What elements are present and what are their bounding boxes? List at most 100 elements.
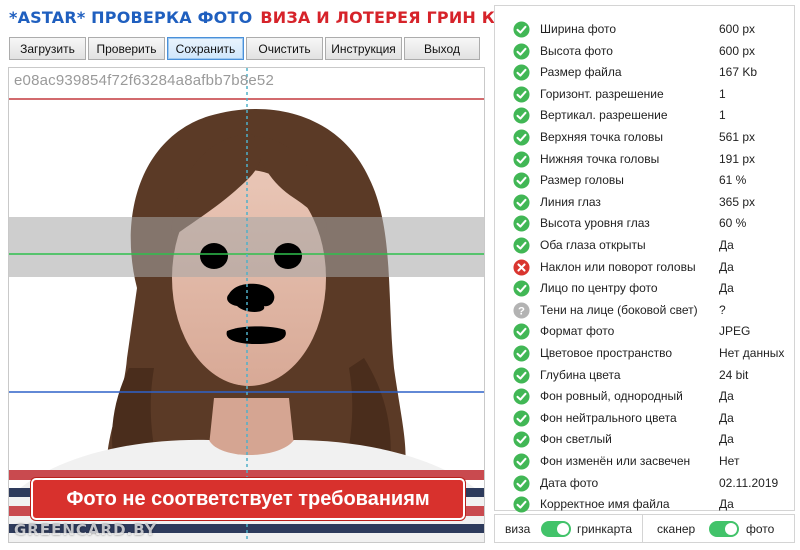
check-value: 167 Kb	[719, 65, 758, 80]
check-label: Корректное имя файла	[540, 497, 670, 512]
check-circle-icon	[513, 496, 530, 513]
clear-button[interactable]: Очистить	[246, 37, 323, 60]
check-label: Фон светлый	[540, 432, 612, 447]
check-label: Горизонт. разрешение	[540, 86, 664, 101]
check-button[interactable]: Проверить	[88, 37, 165, 60]
check-label: Высота фото	[540, 43, 613, 58]
watermark: GREENCARD.BY	[14, 521, 157, 539]
check-circle-icon	[513, 194, 530, 211]
check-circle-icon	[513, 64, 530, 81]
check-row: Горизонт. разрешение 1	[495, 83, 794, 105]
check-circle-icon	[513, 237, 530, 254]
check-value: JPEG	[719, 324, 751, 339]
check-label: Нижняя точка головы	[540, 151, 660, 166]
toggle-knob	[725, 523, 737, 535]
check-row: Дата фото 02.11.2019	[495, 472, 794, 494]
check-value: Да	[719, 497, 734, 512]
check-value: Да	[719, 238, 734, 252]
check-circle-icon	[513, 86, 530, 103]
check-label: Размер файла	[540, 65, 622, 80]
check-circle-icon	[513, 453, 530, 470]
check-value: Нет данных	[719, 346, 785, 360]
scanner-photo-toggle[interactable]	[709, 521, 739, 537]
check-circle-icon	[513, 107, 530, 124]
check-row: Линия глаз 365 px	[495, 191, 794, 213]
check-circle-icon	[513, 151, 530, 168]
cross-circle-icon	[513, 259, 530, 276]
check-value: 191 px	[719, 151, 756, 166]
check-row: Размер файла 167 Kb	[495, 61, 794, 83]
check-circle-icon	[513, 172, 530, 189]
check-value: 1	[719, 108, 726, 123]
check-row: Ширина фото 600 px	[495, 18, 794, 40]
check-label: Формат фото	[540, 324, 615, 339]
check-label: Верхняя точка головы	[540, 130, 664, 144]
check-label: Вертикал. разрешение	[540, 108, 668, 123]
toggle-knob	[557, 523, 569, 535]
check-row: Оба глаза открыты Да	[495, 234, 794, 256]
check-value: 61 %	[719, 173, 747, 188]
app-title: *ASTAR* ПРОВЕРКА ФОТО ВИЗА И ЛОТЕРЕЯ ГРИН…	[9, 8, 543, 32]
check-label: Фон ровный, однородный	[540, 389, 683, 404]
check-row: Лицо по центру фото Да	[495, 277, 794, 299]
exit-button[interactable]: Выход	[404, 37, 480, 60]
check-row: Корректное имя файла Да	[495, 493, 794, 515]
check-value: 600 px	[719, 22, 756, 36]
check-value: Да	[719, 410, 734, 425]
check-value: Нет	[719, 454, 740, 468]
toolbar: Загрузить Проверить Сохранить Очистить И…	[9, 37, 480, 60]
check-value: 561 px	[719, 130, 756, 144]
check-row: Вертикал. разрешение 1	[495, 104, 794, 126]
check-value: Да	[719, 389, 734, 404]
check-circle-icon	[513, 215, 530, 232]
scanner-label: сканер	[657, 522, 696, 536]
check-value: 1	[719, 86, 726, 101]
visa-greencard-toggle[interactable]	[541, 521, 571, 537]
error-banner: Фото не соответствует требованиям	[31, 478, 465, 520]
check-circle-icon	[513, 388, 530, 405]
check-value: Да	[719, 259, 734, 274]
toggles-bar: виза гринкарта сканер фото	[494, 514, 795, 543]
check-label: Дата фото	[540, 475, 599, 490]
check-row: Фон нейтрального цвета Да	[495, 407, 794, 429]
check-row: Фон светлый Да	[495, 428, 794, 450]
visa-label: виза	[505, 522, 531, 536]
check-circle-icon	[513, 43, 530, 60]
check-row: Верхняя точка головы 561 px	[495, 126, 794, 148]
toggle-divider	[642, 515, 643, 542]
check-label: Высота уровня глаз	[540, 216, 650, 231]
check-label: Фон изменён или засвечен	[540, 454, 691, 468]
check-label: Наклон или поворот головы	[540, 259, 696, 274]
photo-preview: e08ac939854f72f63284a8afbb7b8e52 Фото не…	[8, 67, 485, 543]
check-circle-icon	[513, 280, 530, 297]
check-value: ?	[719, 302, 726, 317]
results-panel: Ширина фото 600 px Высота фото 600 px Размер…	[494, 5, 795, 513]
check-circle-icon	[513, 410, 530, 427]
check-circle-icon	[513, 129, 530, 146]
question-circle-icon: ?	[513, 302, 530, 319]
check-label: Оба глаза открыты	[540, 238, 646, 252]
check-row: Наклон или поворот головы Да	[495, 256, 794, 278]
check-circle-icon	[513, 475, 530, 492]
check-row: Высота уровня глаз 60 %	[495, 212, 794, 234]
check-row: Высота фото 600 px	[495, 40, 794, 62]
check-row: Размер головы 61 %	[495, 169, 794, 191]
check-value: 02.11.2019	[719, 475, 779, 490]
photo-label: фото	[746, 522, 775, 536]
check-circle-icon	[513, 323, 530, 340]
check-value: Да	[719, 281, 734, 296]
app-window: *ASTAR* ПРОВЕРКА ФОТО ВИЗА И ЛОТЕРЕЯ ГРИН…	[0, 0, 800, 550]
check-label: Ширина фото	[540, 22, 617, 36]
check-row: Нижняя точка головы 191 px	[495, 148, 794, 170]
portrait-photo	[9, 68, 484, 542]
load-button[interactable]: Загрузить	[9, 37, 86, 60]
save-button[interactable]: Сохранить	[167, 37, 244, 60]
check-circle-icon	[513, 367, 530, 384]
instructions-button[interactable]: Инструкция	[325, 37, 402, 60]
check-label: Лицо по центру фото	[540, 281, 658, 296]
check-label: Линия глаз	[540, 194, 601, 209]
check-label: Тени на лице (боковой свет)	[540, 302, 698, 317]
check-row: Фон изменён или засвечен Нет	[495, 450, 794, 472]
check-label: Размер головы	[540, 173, 624, 188]
greencard-label: гринкарта	[577, 522, 633, 536]
